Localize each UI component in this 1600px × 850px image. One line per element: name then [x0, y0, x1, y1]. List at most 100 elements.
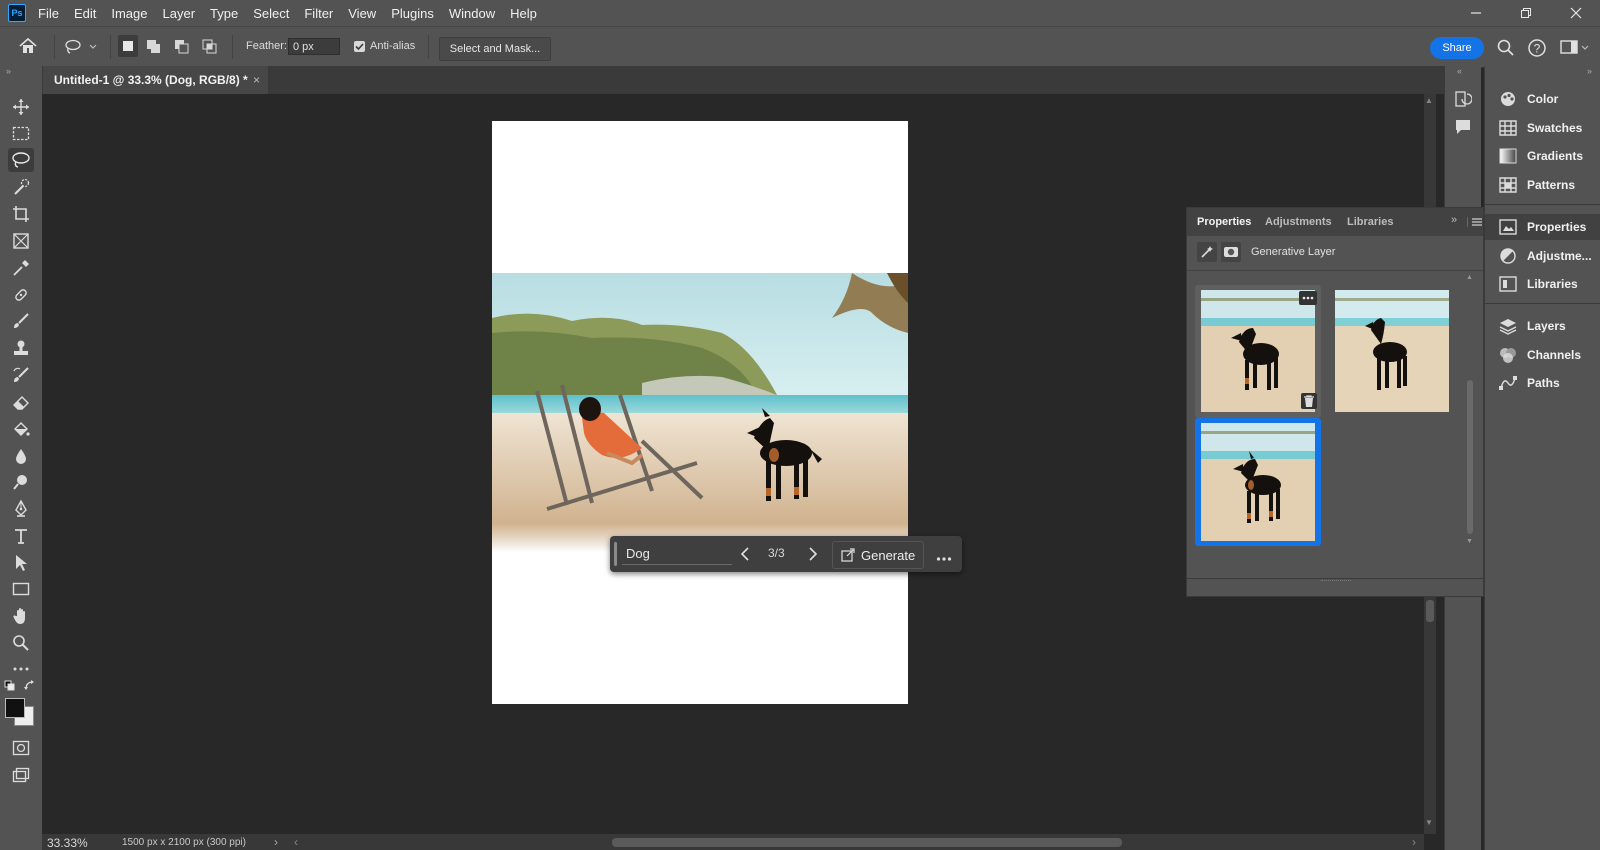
subtract-from-selection-icon[interactable]: [174, 37, 190, 58]
tab-adjustments[interactable]: Adjustments: [1265, 216, 1332, 228]
panel-swatches[interactable]: Swatches: [1485, 115, 1600, 141]
path-select-tool-icon[interactable]: [8, 551, 34, 575]
type-tool-icon[interactable]: [8, 524, 34, 548]
prompt-input[interactable]: Dog: [622, 544, 732, 565]
document-canvas[interactable]: [492, 121, 908, 704]
marquee-tool-icon[interactable]: [8, 122, 34, 146]
menu-plugins[interactable]: Plugins: [391, 6, 434, 21]
lasso-preset-icon[interactable]: [64, 39, 100, 58]
scroll-left-icon[interactable]: ‹: [294, 835, 298, 849]
menu-edit[interactable]: Edit: [74, 6, 96, 21]
new-selection-button[interactable]: [118, 35, 138, 57]
scroll-down-icon[interactable]: ▼: [1425, 818, 1433, 827]
move-tool-icon[interactable]: [8, 95, 34, 119]
scroll-right-icon[interactable]: ›: [1412, 835, 1416, 849]
anti-alias-checkbox[interactable]: [354, 41, 365, 52]
add-to-selection-icon[interactable]: [146, 37, 162, 58]
menu-type[interactable]: Type: [210, 6, 238, 21]
next-variation-icon[interactable]: [808, 547, 818, 564]
screen-mode-icon[interactable]: [8, 763, 34, 787]
scroll-up-icon[interactable]: ▲: [1425, 96, 1433, 105]
panel-paths[interactable]: Paths: [1485, 370, 1600, 396]
collapse-panel-icon[interactable]: »: [1451, 214, 1457, 226]
variation-1-thumbnail[interactable]: [1201, 290, 1315, 412]
search-icon[interactable]: [1497, 39, 1515, 60]
swap-colors-icon[interactable]: [24, 680, 36, 695]
foreground-color-swatch[interactable]: [5, 698, 25, 718]
lasso-tool-icon[interactable]: [8, 148, 34, 172]
menu-view[interactable]: View: [348, 6, 376, 21]
close-window-icon[interactable]: [1552, 0, 1600, 26]
variation-more-icon[interactable]: [1299, 291, 1317, 305]
status-chevron-icon[interactable]: ›: [274, 835, 278, 849]
zoom-level[interactable]: 33.33%: [47, 836, 88, 850]
zoom-tool-icon[interactable]: [8, 631, 34, 655]
restore-icon[interactable]: [1502, 0, 1550, 26]
more-options-icon[interactable]: [936, 551, 952, 565]
stamp-tool-icon[interactable]: [8, 336, 34, 360]
panel-layers[interactable]: Layers: [1485, 313, 1600, 339]
previous-variation-icon[interactable]: [740, 547, 750, 564]
intersect-selection-icon[interactable]: [202, 37, 218, 58]
close-tab-icon[interactable]: ×: [253, 73, 260, 87]
quick-select-tool-icon[interactable]: [8, 175, 34, 199]
panel-color[interactable]: Color: [1485, 86, 1600, 112]
variation-2-thumbnail[interactable]: [1335, 290, 1449, 412]
eraser-tool-icon[interactable]: [8, 390, 34, 414]
tab-libraries[interactable]: Libraries: [1347, 216, 1393, 228]
rectangle-tool-icon[interactable]: [8, 577, 34, 601]
vertical-scroll-thumb[interactable]: [1426, 600, 1434, 622]
pen-tool-icon[interactable]: [8, 497, 34, 521]
workspace-icon[interactable]: [1560, 39, 1590, 58]
collapse-strip-icon[interactable]: «: [1457, 66, 1462, 76]
delete-variation-icon[interactable]: [1301, 393, 1317, 409]
brush-tool-icon[interactable]: [8, 309, 34, 333]
home-icon[interactable]: [18, 37, 38, 58]
select-and-mask-button[interactable]: Select and Mask...: [439, 37, 551, 61]
layer-mask-icon[interactable]: [1221, 242, 1241, 262]
drag-handle[interactable]: [614, 542, 617, 566]
panel-properties[interactable]: Properties: [1485, 214, 1600, 240]
beach-photo-layer[interactable]: [492, 273, 908, 552]
feather-input[interactable]: 0 px: [288, 38, 340, 55]
panel-libraries[interactable]: Libraries: [1485, 271, 1600, 297]
help-icon[interactable]: ?: [1527, 38, 1547, 61]
minimize-icon[interactable]: [1452, 0, 1500, 26]
more-tools-icon[interactable]: [8, 657, 34, 681]
collapse-toolbar-icon[interactable]: »: [6, 66, 11, 76]
panel-resize-grip[interactable]: [1321, 580, 1351, 583]
menu-filter[interactable]: Filter: [304, 6, 333, 21]
expand-dock-icon[interactable]: »: [1587, 66, 1592, 76]
history-panel-icon[interactable]: [1454, 90, 1473, 111]
panel-scrollbar[interactable]: ▲ ▼: [1465, 274, 1475, 548]
generate-button[interactable]: Generate: [832, 541, 924, 569]
hand-tool-icon[interactable]: [8, 604, 34, 628]
eyedropper-tool-icon[interactable]: [8, 256, 34, 280]
panel-scroll-thumb[interactable]: [1467, 380, 1473, 534]
panel-menu-icon[interactable]: [1472, 216, 1482, 230]
menu-image[interactable]: Image: [111, 6, 147, 21]
tab-properties[interactable]: Properties: [1197, 216, 1251, 228]
menu-file[interactable]: File: [38, 6, 59, 21]
variation-3-thumbnail[interactable]: [1201, 423, 1315, 541]
healing-tool-icon[interactable]: [8, 283, 34, 307]
panel-gradients[interactable]: Gradients: [1485, 143, 1600, 169]
crop-tool-icon[interactable]: [8, 202, 34, 226]
menu-layer[interactable]: Layer: [163, 6, 196, 21]
history-brush-tool-icon[interactable]: [8, 363, 34, 387]
comments-panel-icon[interactable]: [1454, 118, 1472, 139]
blur-tool-icon[interactable]: [8, 444, 34, 468]
menu-select[interactable]: Select: [253, 6, 289, 21]
panel-patterns[interactable]: Patterns: [1485, 172, 1600, 198]
share-button[interactable]: Share: [1430, 37, 1484, 59]
panel-channels[interactable]: Channels: [1485, 342, 1600, 368]
paint-bucket-tool-icon[interactable]: [8, 417, 34, 441]
default-colors-icon[interactable]: [4, 680, 16, 695]
panel-adjustments[interactable]: Adjustme...: [1485, 243, 1600, 269]
menu-window[interactable]: Window: [449, 6, 495, 21]
frame-tool-icon[interactable]: [8, 229, 34, 253]
horizontal-scroll-thumb[interactable]: [612, 838, 1122, 847]
document-tab[interactable]: Untitled-1 @ 33.3% (Dog, RGB/8) * ×: [42, 66, 268, 94]
menu-help[interactable]: Help: [510, 6, 537, 21]
quick-mask-icon[interactable]: [8, 736, 34, 760]
